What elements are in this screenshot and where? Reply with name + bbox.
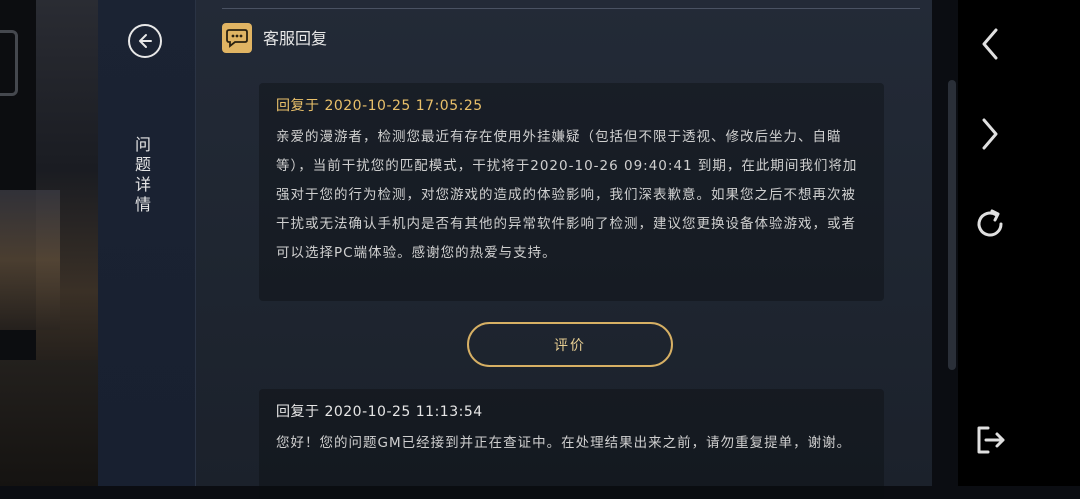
reply-time: 回复于 2020-10-25 11:13:54 bbox=[276, 404, 483, 420]
main-content: 客服回复 回复于 2020-10-25 17:05:25 亲爱的漫游者，检测您最… bbox=[196, 0, 932, 499]
nav-back-button[interactable] bbox=[972, 26, 1008, 62]
game-background bbox=[0, 0, 98, 486]
reply-card: 回复于 2020-10-25 17:05:25 亲爱的漫游者，检测您最近有存在使… bbox=[259, 83, 884, 301]
reload-icon bbox=[977, 209, 1003, 237]
rate-button[interactable]: 评价 bbox=[467, 322, 673, 367]
exit-icon bbox=[977, 426, 1005, 454]
background-ground bbox=[0, 360, 98, 486]
divider bbox=[222, 8, 920, 9]
reload-button[interactable] bbox=[972, 206, 1008, 242]
chevron-left-icon bbox=[982, 28, 998, 60]
back-arrow-icon bbox=[139, 34, 152, 48]
exit-button[interactable] bbox=[972, 422, 1008, 458]
reply-time: 回复于 2020-10-25 17:05:25 bbox=[276, 98, 483, 114]
section-title: 客服回复 bbox=[263, 29, 328, 48]
page-title: 问题详情 bbox=[132, 136, 151, 216]
scrollbar[interactable] bbox=[948, 80, 956, 370]
hexagon-decoration bbox=[0, 30, 18, 96]
reply-body: 亲爱的漫游者，检测您最近有存在使用外挂嫌疑（包括但不限于透视、修改后坐力、自瞄等… bbox=[276, 129, 858, 261]
reply-body: 您好！您的问题GM已经接到并正在查证中。在处理结果出来之前，请勿重复提单，谢谢。 bbox=[276, 435, 852, 451]
browser-nav bbox=[958, 0, 1080, 486]
reply-card: 回复于 2020-10-25 11:13:54 您好！您的问题GM已经接到并正在… bbox=[259, 389, 884, 499]
side-panel: 问题详情 bbox=[98, 0, 196, 486]
chevron-right-icon bbox=[982, 118, 998, 150]
back-button[interactable] bbox=[128, 24, 162, 58]
background-building bbox=[0, 190, 60, 330]
chat-bubble-icon bbox=[222, 23, 252, 53]
nav-forward-button[interactable] bbox=[972, 116, 1008, 152]
